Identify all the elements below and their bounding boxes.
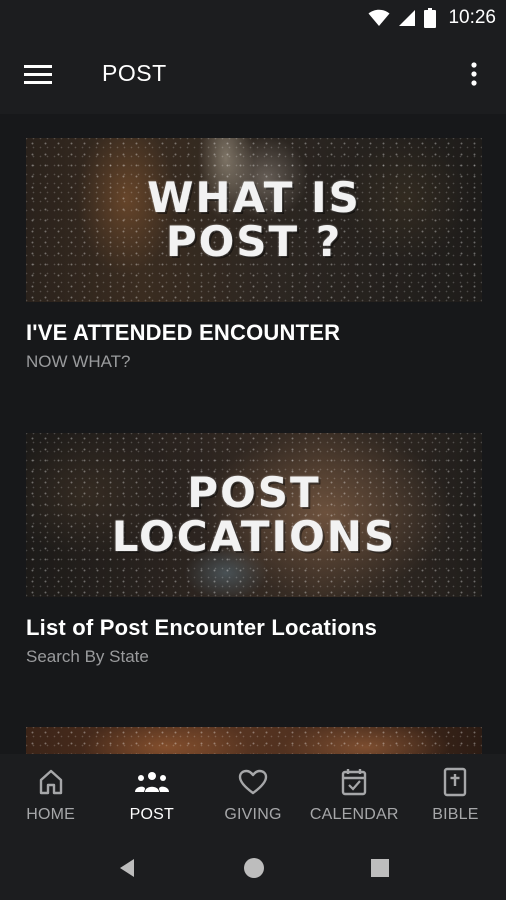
card-subtitle: NOW WHAT?	[26, 352, 131, 371]
nav-item-giving[interactable]: GIVING	[202, 754, 303, 836]
system-nav-bar	[0, 836, 506, 900]
bottom-nav: HOME POST GIVING CALENDAR BIBLE	[0, 754, 506, 836]
group-icon	[134, 772, 169, 792]
battery-icon	[424, 8, 437, 28]
status-time: 10:26	[448, 7, 496, 28]
card-image-text: POST LOCATIONS	[111, 468, 397, 561]
home-icon	[39, 769, 62, 795]
status-bar: 10:26	[0, 0, 506, 36]
app-bar: POST	[0, 36, 506, 114]
card-partial[interactable]	[26, 727, 482, 754]
card-image	[26, 727, 482, 754]
card-post-locations[interactable]: POST LOCATIONS List of Post Encounter Lo…	[26, 433, 482, 667]
home-circle-icon	[244, 858, 264, 878]
heart-icon	[238, 769, 268, 795]
card-subtitle: Search By State	[26, 647, 149, 666]
back-button[interactable]	[116, 856, 140, 880]
card-title: I'VE ATTENDED ENCOUNTER	[26, 320, 341, 345]
signal-icon	[399, 10, 416, 26]
more-vertical-icon	[471, 62, 477, 86]
back-triangle-icon	[120, 859, 134, 877]
status-icons: 10:26	[368, 0, 496, 36]
nav-item-calendar[interactable]: CALENDAR	[304, 754, 405, 836]
card-list[interactable]: WHAT IS POST ? I'VE ATTENDED ENCOUNTER N…	[0, 114, 506, 754]
nav-label: BIBLE	[432, 806, 479, 823]
nav-label: POST	[129, 806, 174, 823]
nav-item-post[interactable]: POST	[101, 754, 202, 836]
recents-square-icon	[371, 859, 389, 877]
home-system-button[interactable]	[242, 856, 266, 880]
recents-button[interactable]	[368, 856, 392, 880]
nav-label: CALENDAR	[309, 806, 399, 823]
bible-icon	[444, 767, 467, 797]
card-image: POST LOCATIONS	[26, 433, 482, 597]
nav-item-home[interactable]: HOME	[0, 754, 101, 836]
nav-item-bible[interactable]: BIBLE	[405, 754, 506, 836]
card-image: WHAT IS POST ?	[26, 138, 482, 302]
card-what-is-post[interactable]: WHAT IS POST ? I'VE ATTENDED ENCOUNTER N…	[26, 138, 482, 372]
nav-label: GIVING	[224, 806, 282, 823]
nav-label: HOME	[26, 806, 75, 823]
calendar-icon	[342, 769, 367, 796]
page-title: POST	[102, 60, 167, 86]
card-image-text: WHAT IS POST ?	[147, 173, 361, 266]
card-title: List of Post Encounter Locations	[26, 615, 378, 640]
wifi-icon	[368, 9, 390, 26]
hamburger-icon	[24, 65, 52, 84]
menu-button[interactable]	[24, 61, 54, 89]
overflow-menu-button[interactable]	[462, 60, 486, 90]
